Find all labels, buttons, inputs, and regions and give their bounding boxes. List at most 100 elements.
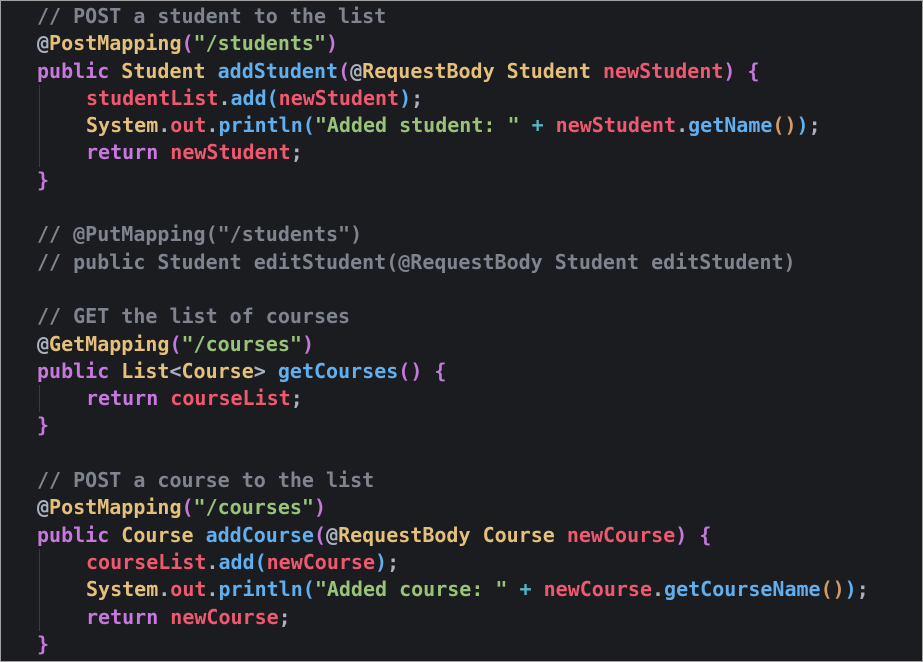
code-token: ( [169,331,182,356]
code-token: ( [266,85,279,110]
code-line[interactable]: // POST a course to the list [37,467,869,494]
code-token: newCourse [543,577,652,602]
code-token: out [170,113,207,138]
code-token: PostMapping [49,31,182,56]
code-line[interactable]: System.out.println("Added student: " + n… [37,112,869,140]
code-token: Student [121,58,206,83]
code-token: ( [181,495,194,520]
code-token: Course [482,522,555,547]
code-token: // @PutMapping("/students") [37,222,363,247]
code-line[interactable]: } [37,167,869,194]
code-token: ( [302,113,315,138]
code-line[interactable]: return newStudent; [37,139,869,168]
code-token: { [747,58,760,83]
code-token: newCourse [170,604,279,629]
code-token: println [218,577,303,602]
code-token: // POST a student to the list [37,4,387,28]
code-line[interactable]: } [37,412,869,439]
code-token: @ [326,522,339,547]
code-line[interactable]: public Course addCourse(@RequestBody Cou… [37,522,869,549]
code-line[interactable]: return newCourse; [37,603,869,632]
code-token: Course [181,358,254,383]
code-line[interactable]: // public Student editStudent(@RequestBo… [37,249,869,276]
code-token: . [158,113,171,138]
code-token: RequestBody [338,522,471,547]
code-token: "/courses" [181,331,302,356]
code-line[interactable]: studentList.add(newStudent); [37,84,869,113]
code-token: } [37,167,50,192]
code-token: () [398,358,423,383]
code-token: // public Student editStudent(@RequestBo… [37,249,796,274]
code-line[interactable]: @PostMapping("/students") [37,30,869,57]
code-token: . [206,577,219,602]
code-token: @ [37,331,50,356]
code-token: ) [301,331,314,356]
code-token: courseList [170,386,291,411]
code-token: newStudent [278,85,400,110]
indent-guide [37,112,86,140]
code-token: GetMapping [49,331,170,356]
code-token: newStudent [555,113,677,138]
code-line[interactable]: System.out.println("Added course: " + ne… [37,576,869,604]
code-token: getCourses [277,358,399,383]
indent-guide [37,603,86,632]
code-token: PostMapping [49,495,182,520]
code-token: Student [506,58,591,83]
code-token: ; [290,386,303,411]
code-token: } [37,413,50,438]
code-line[interactable]: return courseList; [37,385,869,413]
code-token: + [531,113,544,138]
code-token: ; [808,113,821,138]
code-token: courseList [86,549,207,574]
code-line[interactable]: // GET the list of courses [37,303,869,330]
code-line[interactable] [37,276,869,303]
code-token: ) [375,549,388,574]
code-token: ) [844,577,857,602]
code-token: // GET the list of courses [37,304,351,329]
code-token: Course [121,522,194,547]
code-token: { [434,358,447,383]
code-token: add [230,85,267,110]
code-token: () [820,577,845,602]
code-line[interactable]: // POST a student to the list [37,3,869,30]
code-token: ) [675,522,688,547]
code-line[interactable]: public List<Course> getCourses() { [37,358,869,385]
code-token: ) [399,85,412,110]
code-token: ( [338,58,351,83]
code-token: { [699,522,712,547]
code-line[interactable]: // @PutMapping("/students") [37,221,869,248]
code-token: ) [326,31,339,56]
code-token: addStudent [217,58,339,83]
code-token: out [170,577,207,602]
code-line[interactable]: @GetMapping("/courses") [37,331,869,358]
code-token: "Added student: " [314,113,520,138]
code-line[interactable]: courseList.add(newCourse); [37,548,869,577]
code-editor[interactable]: // POST a student to the list @PostMappin… [0,0,923,662]
code-token: @ [37,31,50,56]
code-line[interactable]: public Student addStudent(@RequestBody S… [37,58,869,85]
code-token: public [37,358,110,383]
code-line[interactable]: @PostMapping("/courses") [37,494,869,521]
code-area[interactable]: // POST a student to the list @PostMappin… [37,3,869,658]
code-line[interactable] [37,440,869,467]
code-line[interactable]: } [37,631,869,658]
code-token: ( [181,31,194,56]
code-token: newCourse [566,522,676,547]
indent-guide [37,548,86,577]
code-line[interactable] [37,194,869,221]
code-token: . [206,113,219,138]
code-token: return [86,386,159,411]
code-token: public [37,58,110,83]
code-token: () [772,113,797,138]
